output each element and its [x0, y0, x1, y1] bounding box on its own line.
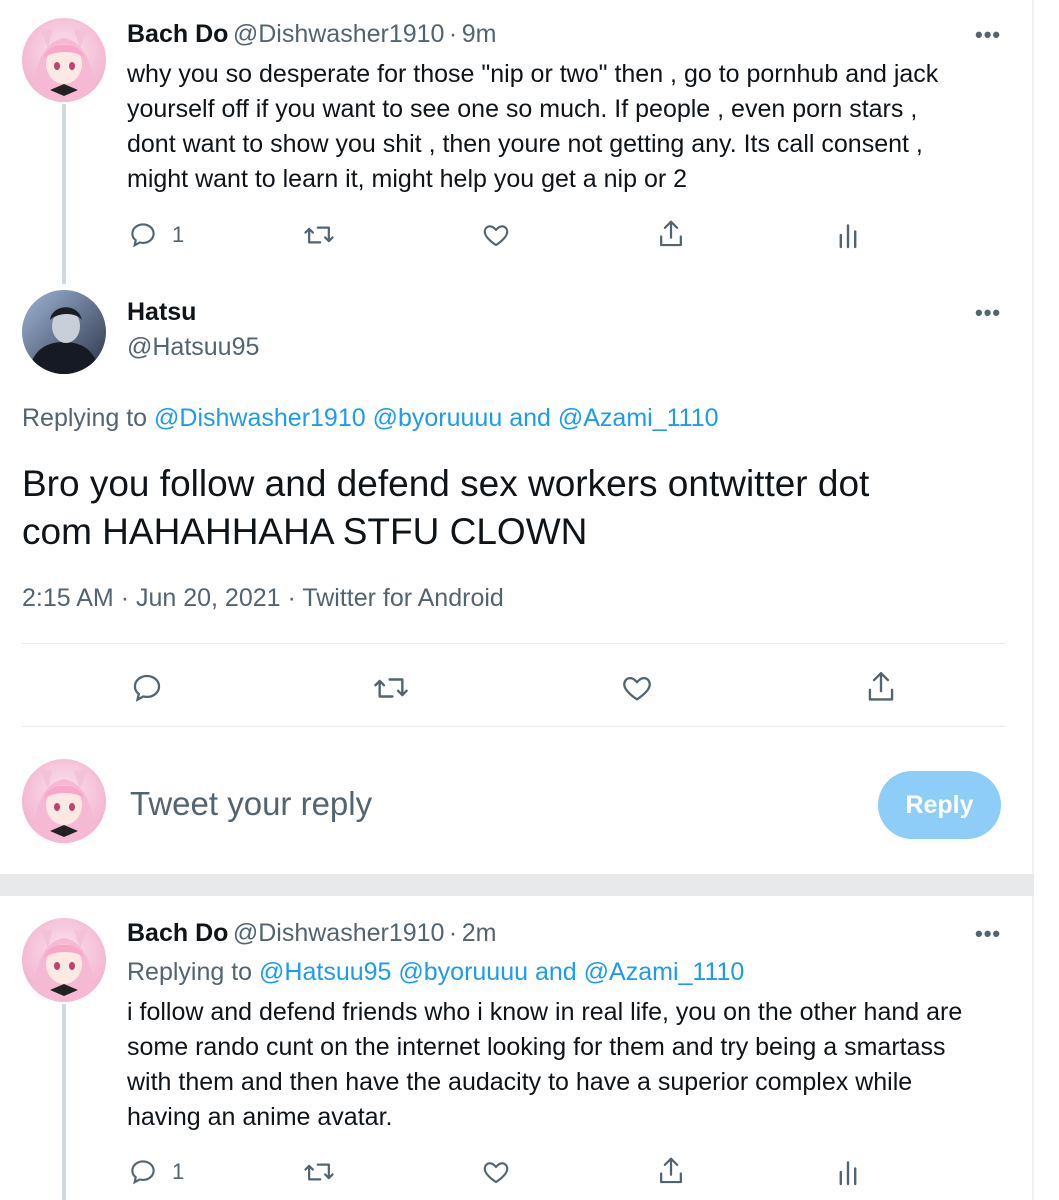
timestamp[interactable]: 2m [462, 919, 497, 947]
reply-submit-button[interactable]: Reply [878, 771, 1001, 839]
display-name[interactable]: Bach Do [127, 20, 228, 48]
tweet-line: with them and then have the audacity to … [127, 1068, 913, 1096]
analytics-button[interactable] [836, 220, 860, 250]
analytics-button[interactable] [836, 1157, 860, 1187]
divider [22, 726, 1005, 727]
and-word[interactable]: and [535, 958, 577, 986]
user-handle[interactable]: @Dishwasher1910 [233, 919, 445, 947]
avatar[interactable] [22, 759, 106, 843]
display-name[interactable]: Bach Do [127, 919, 228, 947]
like-icon [483, 225, 509, 247]
tweet-line: might want to learn it, might help you g… [127, 165, 688, 193]
tweet-line: i follow and defend friends who i know i… [127, 998, 963, 1026]
retweet-icon [374, 678, 408, 698]
avatar[interactable] [22, 18, 106, 102]
retweet-icon [304, 1163, 334, 1181]
tweet-line: yourself off if you want to see one so m… [127, 95, 918, 123]
display-name[interactable]: Hatsu [127, 298, 196, 327]
tweet-line: why you so desperate for those "nip or t… [127, 60, 939, 88]
reply-button[interactable]: 1 [128, 220, 184, 250]
section-separator [0, 874, 1034, 896]
user-handle[interactable]: @Dishwasher1910 [233, 20, 445, 48]
analytics-icon [839, 224, 857, 249]
avatar[interactable] [22, 290, 106, 374]
tweet-header: Bach Do @Dishwasher1910 · 2m [127, 919, 496, 948]
more-icon[interactable]: ••• [975, 300, 1001, 326]
thread-line [62, 104, 66, 284]
share-icon [868, 671, 894, 701]
mention-link[interactable]: @byoruuuu [398, 958, 528, 986]
replying-to-label: Replying to [127, 958, 253, 986]
avatar[interactable] [22, 918, 106, 1002]
timestamp[interactable]: 9m [462, 20, 497, 48]
tweet-line: com HAHAHHAHA STFU CLOWN [22, 511, 588, 552]
replying-to: Replying to @Hatsuu95 @byoruuuu and @Aza… [127, 958, 744, 987]
separator-dot: · [448, 20, 458, 48]
mention-link[interactable]: @Azami_1110 [584, 958, 745, 986]
retweet-icon [304, 226, 334, 244]
thread-line [62, 1004, 66, 1200]
tweet-line: dont want to show you shit , then youre … [127, 130, 923, 158]
retweet-button[interactable] [372, 671, 410, 705]
separator-dot: · [287, 584, 296, 612]
more-icon[interactable]: ••• [975, 22, 1001, 48]
like-icon [623, 676, 651, 701]
like-button[interactable] [481, 1157, 511, 1187]
tweet-date[interactable]: Jun 20, 2021 [136, 584, 281, 612]
share-button[interactable] [864, 669, 898, 705]
reply-icon [133, 674, 161, 702]
like-button[interactable] [620, 671, 654, 705]
mention-link[interactable]: @Azami_1110 [558, 404, 719, 432]
share-icon [660, 220, 682, 247]
tweet-header: Bach Do @Dishwasher1910 · 9m [127, 20, 496, 49]
share-button[interactable] [656, 1155, 686, 1187]
tweet-time[interactable]: 2:15 AM [22, 584, 114, 612]
separator-dot: · [120, 584, 130, 612]
like-icon [483, 1162, 509, 1184]
reply-count: 1 [172, 1159, 185, 1184]
tweet-line: having an anime avatar. [127, 1103, 393, 1131]
separator-dot: · [448, 919, 458, 947]
like-button[interactable] [481, 220, 511, 250]
tweet-source[interactable]: Twitter for Android [302, 584, 503, 612]
share-icon [660, 1157, 682, 1184]
reply-button[interactable]: 1 [128, 1157, 184, 1187]
and-word[interactable]: and [509, 404, 551, 432]
replying-to-label: Replying to [22, 404, 148, 432]
share-button[interactable] [656, 218, 686, 250]
tweet-meta: 2:15 AM · Jun 20, 2021 · Twitter for And… [22, 584, 504, 613]
tweet-text: i follow and defend friends who i know i… [127, 995, 1017, 1135]
mention-link[interactable]: @Dishwasher1910 [154, 404, 366, 432]
mention-link[interactable]: @Hatsuu95 [259, 958, 391, 986]
retweet-button[interactable] [303, 220, 335, 250]
user-handle[interactable]: @Hatsuu95 [127, 333, 259, 362]
tweet-text: why you so desperate for those "nip or t… [127, 57, 1007, 197]
tweet-text: Bro you follow and defend sex workers on… [22, 460, 1012, 556]
reply-input[interactable]: Tweet your reply [130, 785, 372, 823]
tweet-line: Bro you follow and defend sex workers on… [22, 463, 870, 504]
retweet-button[interactable] [303, 1157, 335, 1187]
replying-to: Replying to @Dishwasher1910 @byoruuuu an… [22, 404, 719, 433]
reply-button[interactable] [130, 671, 164, 705]
analytics-icon [839, 1161, 857, 1186]
mention-link[interactable]: @byoruuuu [373, 404, 503, 432]
tweet-line: some rando cunt on the internet looking … [127, 1033, 946, 1061]
reply-icon [131, 223, 155, 248]
right-border [1032, 0, 1034, 1200]
divider [22, 643, 1005, 644]
reply-icon [131, 1160, 155, 1185]
more-icon[interactable]: ••• [975, 921, 1001, 947]
reply-count: 1 [172, 222, 185, 247]
